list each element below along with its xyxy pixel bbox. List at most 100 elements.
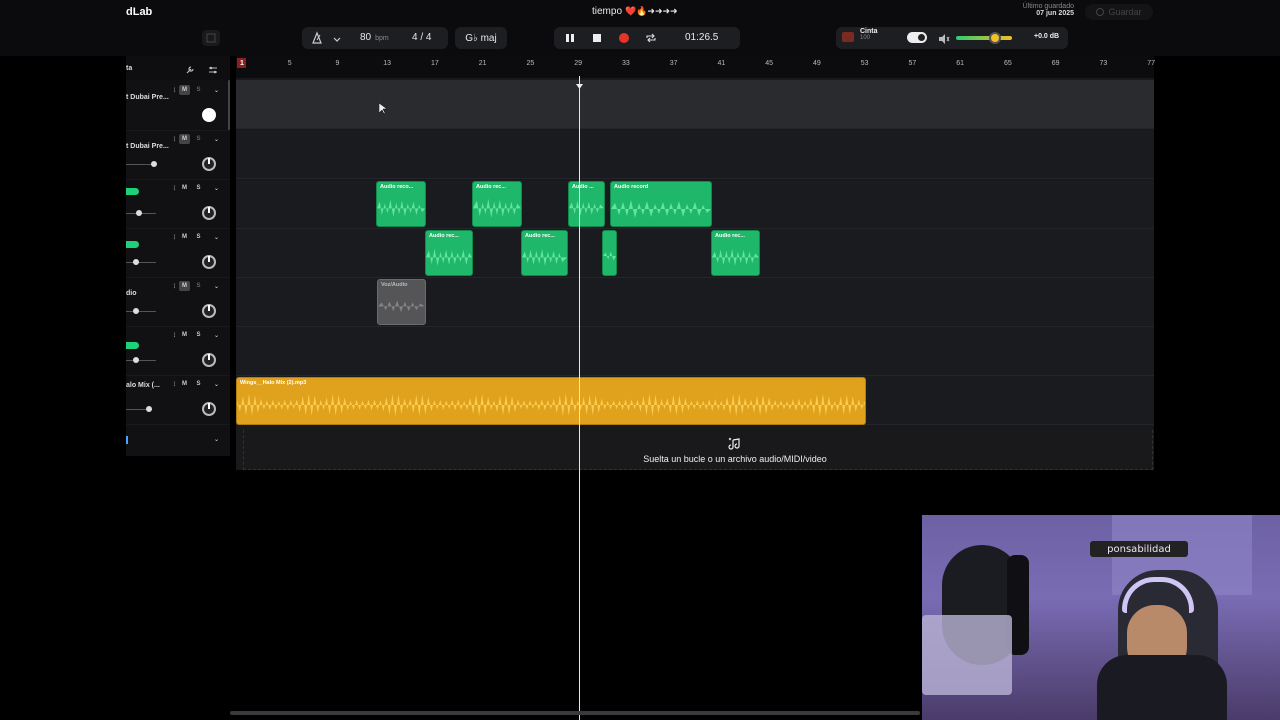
bpm-control[interactable]: 80 bpm [360, 32, 389, 43]
speaker-icon[interactable] [938, 32, 950, 50]
solo-button[interactable]: S [193, 330, 204, 340]
wrench-icon[interactable] [185, 62, 195, 80]
settings-icon[interactable] [208, 62, 218, 80]
mute-button[interactable]: M [179, 183, 190, 193]
track-panel-scrollbar[interactable] [228, 80, 230, 130]
chevron-down-icon[interactable]: ⌄ [211, 434, 222, 444]
playhead[interactable] [579, 76, 580, 720]
clip-name: Audio rec... [476, 184, 506, 190]
solo-button[interactable]: S [193, 183, 204, 193]
key-label: G♭ maj [465, 32, 497, 44]
project-suffix: ❤️🔥➜➜➜➜ [625, 6, 678, 16]
mute-button[interactable]: M [179, 85, 190, 95]
fader-handle[interactable] [133, 357, 139, 363]
audio-clip[interactable]: Audio rec... [472, 181, 522, 227]
key-selector[interactable]: G♭ maj [455, 27, 507, 49]
grid-icon[interactable] [202, 30, 220, 46]
playhead-handle[interactable] [576, 76, 583, 89]
fader-handle[interactable] [136, 210, 142, 216]
solo-button[interactable]: S [193, 379, 204, 389]
fader-handle[interactable] [133, 259, 139, 265]
track-row[interactable]: ⋮ M S ⌄ [126, 180, 230, 229]
track-row[interactable]: t Dubai Pre... ⋮ M S ⌄ [126, 82, 230, 131]
track-panel: ta t Dubai Pre... ⋮ M S ⌄ t Dubai Pre...… [126, 56, 230, 456]
track-row[interactable]: t Dubai Pre... ⋮ M S ⌄ [126, 131, 230, 180]
volume-fader[interactable] [126, 311, 156, 312]
chevron-down-icon[interactable]: ⌄ [211, 281, 222, 291]
chevron-down-icon[interactable] [332, 32, 342, 50]
project-title[interactable]: tiempo ❤️🔥➜➜➜➜ [592, 6, 678, 17]
audio-clip[interactable]: Audio rec... [711, 230, 760, 276]
chevron-down-icon[interactable]: ⌄ [211, 379, 222, 389]
pan-knob[interactable] [202, 108, 216, 122]
pause-button[interactable] [561, 29, 579, 47]
audio-clip[interactable] [602, 230, 617, 276]
audio-clip[interactable]: Audio record [610, 181, 712, 227]
pan-knob[interactable] [202, 255, 216, 269]
ruler-tick-label: 5 [287, 60, 292, 67]
solo-button[interactable]: S [193, 134, 204, 144]
webcam-overlay: ponsabilidad [922, 515, 1280, 720]
ruler-tick-label: 49 [813, 60, 821, 67]
fader-handle[interactable] [133, 308, 139, 314]
chevron-down-icon[interactable]: ⌄ [211, 183, 222, 193]
drop-zone[interactable]: Suelta un bucle o un archivo audio/MIDI/… [243, 430, 1153, 470]
pan-knob[interactable] [202, 206, 216, 220]
pan-knob[interactable] [202, 157, 216, 171]
chevron-down-icon[interactable]: ⌄ [211, 232, 222, 242]
pan-knob[interactable] [202, 353, 216, 367]
cloud-icon [1096, 8, 1105, 16]
track-row[interactable]: ⋮ M S ⌄ [126, 327, 230, 376]
audio-clip[interactable]: Audio rec... [425, 230, 473, 276]
horizontal-scrollbar[interactable] [230, 711, 920, 715]
audio-clip-muted[interactable]: Voz/Audio [377, 279, 426, 325]
chevron-down-icon[interactable]: ⌄ [211, 134, 222, 144]
chevron-down-icon[interactable]: ⌄ [211, 330, 222, 340]
timeline-ruler[interactable]: 1 5 9 13 17 21 25 29 33 37 41 45 49 53 57 61 65 69 73 77 [236, 56, 1155, 78]
add-track-row[interactable]: ⌄ [126, 434, 230, 448]
audio-clip[interactable]: Wings__Halo Mix (2).mp3 [236, 377, 866, 425]
mute-button[interactable]: M [179, 134, 190, 144]
waveform [603, 251, 616, 261]
ruler-tick-label: 73 [1099, 60, 1108, 67]
stop-button[interactable] [588, 29, 606, 47]
record-button[interactable] [615, 29, 633, 47]
track-lane[interactable] [236, 278, 1154, 327]
track-color-tag [126, 342, 139, 349]
audio-clip[interactable]: Audio ... [568, 181, 605, 227]
pan-knob[interactable] [202, 304, 216, 318]
volume-knob[interactable] [989, 32, 1001, 44]
metronome-icon[interactable] [310, 31, 324, 50]
fader-handle[interactable] [151, 161, 157, 167]
track-row[interactable]: ⋮ M S ⌄ [126, 229, 230, 278]
volume-fader[interactable] [126, 360, 156, 361]
volume-fader[interactable] [126, 262, 156, 263]
track-lane[interactable] [236, 80, 1154, 129]
tape-control[interactable]: Cinta 100 [860, 28, 878, 41]
loop-button[interactable] [642, 29, 660, 47]
mute-button[interactable]: M [179, 232, 190, 242]
time-signature[interactable]: 4 / 4 [412, 32, 431, 43]
ruler-tick-label: 41 [717, 60, 726, 67]
track-lane[interactable] [236, 229, 1154, 278]
mute-button[interactable]: M [179, 281, 190, 291]
person-shirt [1097, 655, 1227, 720]
volume-slider[interactable] [956, 36, 1012, 40]
fader-handle[interactable] [146, 406, 152, 412]
chevron-down-icon[interactable]: ⌄ [211, 85, 222, 95]
track-row[interactable]: dio ⋮ M S ⌄ [126, 278, 230, 327]
solo-button[interactable]: S [193, 232, 204, 242]
solo-button[interactable]: S [193, 281, 204, 291]
mute-button[interactable]: M [179, 379, 190, 389]
mute-button[interactable]: M [179, 330, 190, 340]
audio-clip[interactable]: Audio rec... [521, 230, 568, 276]
save-button[interactable]: Guardar [1085, 4, 1153, 20]
audio-clip[interactable]: Audio reco... [376, 181, 426, 227]
ruler-tick-label: 45 [765, 60, 774, 67]
track-row[interactable]: alo Mix (... ⋮ M S ⌄ [126, 376, 230, 425]
solo-button[interactable]: S [193, 85, 204, 95]
tape-toggle[interactable] [907, 32, 927, 43]
pan-knob[interactable] [202, 402, 216, 416]
track-lane[interactable] [236, 130, 1154, 179]
track-lane[interactable] [236, 327, 1154, 376]
